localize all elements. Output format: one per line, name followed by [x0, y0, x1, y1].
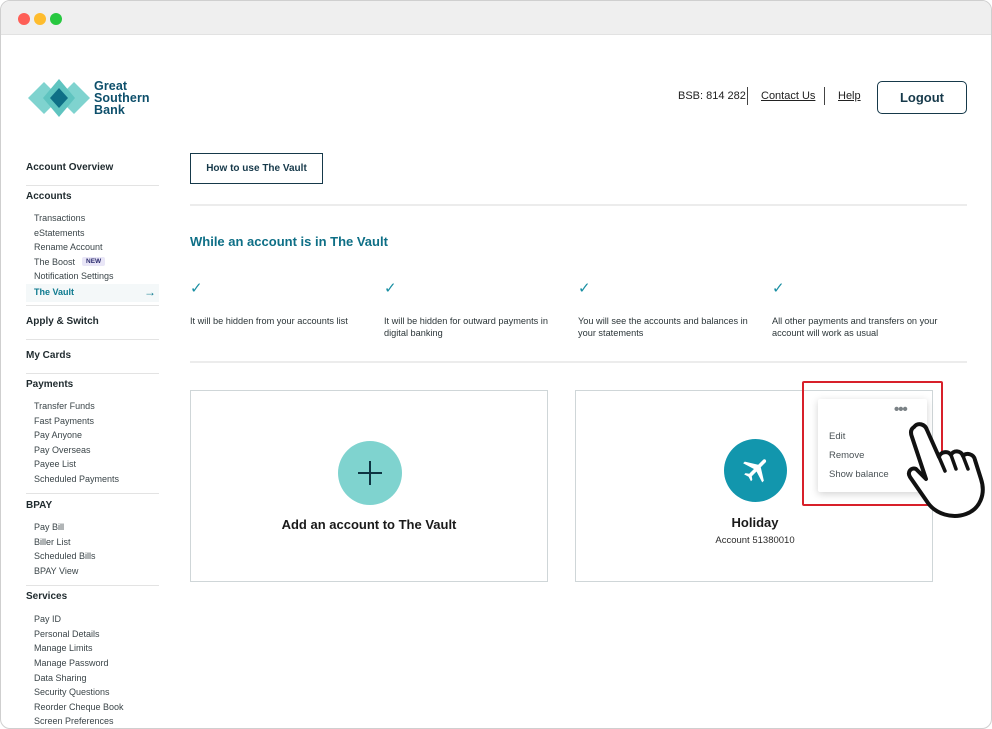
check-icon: ✓ [190, 280, 203, 297]
sidebar-heading-payments[interactable]: Payments [26, 379, 73, 390]
close-window-button[interactable] [18, 13, 30, 25]
vault-section-title: While an account is in The Vault [190, 234, 388, 249]
account-number: Account 51380010 [715, 535, 795, 546]
sidebar-item-biller-list[interactable]: Biller List [34, 537, 71, 547]
logout-button[interactable]: Logout [877, 81, 967, 114]
sidebar-item-manage-password[interactable]: Manage Password [34, 658, 109, 668]
sidebar-divider [26, 339, 159, 340]
sidebar-item-bpay-view[interactable]: BPAY View [34, 566, 78, 576]
sidebar-item-pay-bill[interactable]: Pay Bill [34, 522, 64, 532]
bsb-number: BSB: 814 282 [678, 90, 746, 102]
sidebar-item-scheduled-bills[interactable]: Scheduled Bills [34, 551, 96, 561]
sidebar-item-pay-anyone[interactable]: Pay Anyone [34, 430, 82, 440]
check-icon: ✓ [384, 280, 397, 297]
section-divider [190, 361, 967, 363]
sidebar-heading-apply-switch[interactable]: Apply & Switch [26, 316, 99, 327]
sidebar-divider [26, 185, 159, 186]
menu-item-show-balance[interactable]: Show balance [829, 469, 889, 480]
airplane-icon [724, 439, 787, 502]
browser-window: Great Southern Bank BSB: 814 282 Contact… [0, 0, 992, 729]
maximize-window-button[interactable] [50, 13, 62, 25]
sidebar-item-the-boost[interactable]: The Boost [34, 257, 75, 267]
add-account-label: Add an account to The Vault [281, 517, 457, 532]
arrow-right-icon: → [144, 285, 156, 299]
sidebar-heading-services[interactable]: Services [26, 591, 67, 602]
sidebar-divider [26, 585, 159, 586]
sidebar-item-data-sharing[interactable]: Data Sharing [34, 673, 87, 683]
more-options-icon[interactable]: ••• [894, 402, 908, 417]
new-badge: NEW [82, 257, 106, 266]
bank-logo[interactable]: Great Southern Bank [28, 75, 158, 123]
sidebar-item-personal-details[interactable]: Personal Details [34, 629, 100, 639]
sidebar-item-the-vault[interactable]: The Vault [34, 287, 74, 297]
menu-item-remove[interactable]: Remove [829, 450, 864, 461]
sidebar-heading-my-cards[interactable]: My Cards [26, 350, 71, 361]
menu-item-edit[interactable]: Edit [829, 431, 845, 442]
check-icon: ✓ [772, 280, 785, 297]
sidebar-divider [26, 373, 159, 374]
contact-us-link[interactable]: Contact Us [761, 90, 815, 102]
sidebar-item-notification-settings[interactable]: Notification Settings [34, 271, 114, 281]
sidebar-item-transfer-funds[interactable]: Transfer Funds [34, 401, 95, 411]
feature-item: ✓ It will be hidden from your accounts l… [190, 279, 370, 327]
sidebar-item-rename-account[interactable]: Rename Account [34, 242, 103, 252]
pointing-hand-icon [906, 422, 985, 518]
sidebar-item-scheduled-payments[interactable]: Scheduled Payments [34, 474, 119, 484]
header-divider [824, 87, 825, 105]
logo-mark-icon [28, 79, 90, 117]
plus-icon[interactable] [338, 441, 402, 505]
sidebar-item-transactions[interactable]: Transactions [34, 213, 85, 223]
logo-text: Great Southern Bank [94, 79, 150, 117]
sidebar-item-payee-list[interactable]: Payee List [34, 459, 76, 469]
add-account-card[interactable]: Add an account to The Vault [190, 390, 548, 582]
check-icon: ✓ [578, 280, 591, 297]
sidebar-item-pay-overseas[interactable]: Pay Overseas [34, 445, 91, 455]
airplane-glyph [743, 459, 767, 483]
sidebar-heading-accounts[interactable]: Accounts [26, 191, 72, 202]
section-divider [190, 204, 967, 206]
sidebar-item-fast-payments[interactable]: Fast Payments [34, 416, 94, 426]
sidebar-item-screen-preferences[interactable]: Screen Preferences [34, 716, 114, 726]
header-divider [747, 87, 748, 105]
sidebar-item-reorder-cheque-book[interactable]: Reorder Cheque Book [34, 702, 124, 712]
title-bar [1, 1, 991, 35]
sidebar-account-overview[interactable]: Account Overview [26, 162, 113, 173]
sidebar-divider [26, 493, 159, 494]
help-link[interactable]: Help [838, 90, 861, 102]
feature-item: ✓ You will see the accounts and balances… [578, 279, 758, 339]
account-name: Holiday [731, 515, 779, 530]
feature-item: ✓ It will be hidden for outward payments… [384, 279, 564, 339]
sidebar-item-pay-id[interactable]: Pay ID [34, 614, 61, 624]
sidebar-item-estatements[interactable]: eStatements [34, 228, 85, 238]
sidebar-item-manage-limits[interactable]: Manage Limits [34, 643, 93, 653]
sidebar-divider [26, 305, 159, 306]
how-to-use-vault-button[interactable]: How to use The Vault [190, 153, 323, 184]
sidebar-heading-bpay[interactable]: BPAY [26, 500, 52, 511]
minimize-window-button[interactable] [34, 13, 46, 25]
feature-item: ✓ All other payments and transfers on yo… [772, 279, 952, 339]
sidebar-item-security-questions[interactable]: Security Questions [34, 687, 110, 697]
